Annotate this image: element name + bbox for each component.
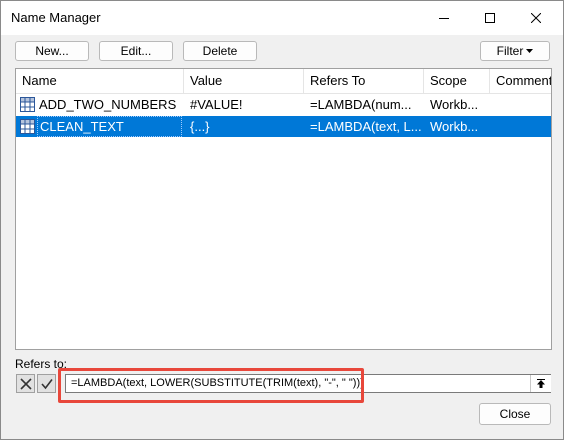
names-list[interactable]: Name Value Refers To Scope Comment ADD_T… xyxy=(15,68,552,350)
row-value: {...} xyxy=(190,119,210,134)
column-header-value[interactable]: Value xyxy=(184,69,304,93)
table-row[interactable]: ADD_TWO_NUMBERS #VALUE! =LAMBDA(num... W… xyxy=(16,94,551,115)
new-button-label: New... xyxy=(35,44,69,58)
cancel-x-icon xyxy=(19,377,32,390)
maximize-icon xyxy=(485,13,495,23)
table-row-selected[interactable]: CLEAN_TEXT {...} =LAMBDA(text, L... Work… xyxy=(16,116,551,137)
column-header-comment[interactable]: Comment xyxy=(490,69,551,93)
collapse-dialog-button[interactable] xyxy=(530,375,551,392)
filter-button-label: Filter xyxy=(496,44,524,58)
row-scope: Workb... xyxy=(430,97,479,112)
cancel-edit-button[interactable] xyxy=(16,374,35,393)
new-name-button[interactable]: New... xyxy=(15,41,89,61)
close-window-button[interactable] xyxy=(513,1,559,35)
confirm-edit-button[interactable] xyxy=(37,374,56,393)
edit-name-button[interactable]: Edit... xyxy=(99,41,173,61)
named-range-icon xyxy=(20,119,35,134)
delete-name-button[interactable]: Delete xyxy=(183,41,257,61)
edit-button-label: Edit... xyxy=(120,44,152,58)
refers-to-formula: =LAMBDA(text, LOWER(SUBSTITUTE(TRIM(text… xyxy=(71,377,364,389)
row-name: CLEAN_TEXT xyxy=(37,116,182,137)
refers-to-label: Refers to: xyxy=(15,357,68,371)
list-header: Name Value Refers To Scope Comment xyxy=(16,69,551,94)
close-button[interactable]: Close xyxy=(479,403,551,425)
arrow-up-icon xyxy=(537,378,545,388)
checkmark-icon xyxy=(40,378,53,389)
column-header-name[interactable]: Name xyxy=(16,69,184,93)
minimize-button[interactable] xyxy=(421,1,467,35)
close-button-label: Close xyxy=(499,407,531,421)
row-refers-to: =LAMBDA(num... xyxy=(310,97,412,112)
close-icon xyxy=(531,13,541,23)
name-manager-dialog: Name Manager New... Edit... Delete Filte… xyxy=(0,0,564,440)
dialog-title: Name Manager xyxy=(11,10,101,25)
title-bar: Name Manager xyxy=(1,1,563,35)
row-name: ADD_TWO_NUMBERS xyxy=(39,97,177,112)
row-scope: Workb... xyxy=(430,119,479,134)
chevron-down-icon xyxy=(526,49,534,53)
filter-button[interactable]: Filter xyxy=(480,41,550,61)
minimize-icon xyxy=(439,18,449,19)
row-value: #VALUE! xyxy=(190,97,243,112)
maximize-button[interactable] xyxy=(467,1,513,35)
named-range-icon xyxy=(20,97,35,112)
column-header-scope[interactable]: Scope xyxy=(424,69,490,93)
row-refers-to: =LAMBDA(text, L... xyxy=(310,119,422,134)
refers-to-input[interactable]: =LAMBDA(text, LOWER(SUBSTITUTE(TRIM(text… xyxy=(65,374,551,393)
delete-button-label: Delete xyxy=(202,44,238,58)
column-header-refers-to[interactable]: Refers To xyxy=(304,69,424,93)
